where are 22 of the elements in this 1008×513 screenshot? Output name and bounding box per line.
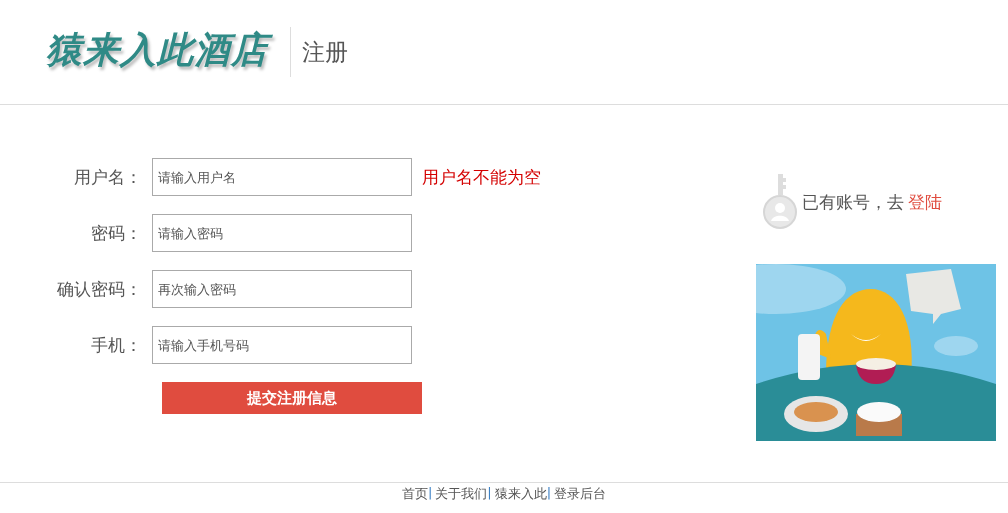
field-label: 手机： xyxy=(90,333,143,357)
login-link[interactable]: 登陆 xyxy=(908,190,942,214)
separator: | xyxy=(487,485,492,502)
logo: 猿来入此酒店 xyxy=(42,23,278,81)
footer-link[interactable]: 猿来入此 xyxy=(494,485,547,503)
error-message: 用户名不能为空 xyxy=(422,165,541,189)
input-field[interactable]: 再次输入密码 xyxy=(152,270,412,308)
footer-link[interactable]: 登录后台 xyxy=(554,485,607,503)
input-field[interactable]: 请输入密码 xyxy=(152,214,412,252)
key-icon xyxy=(762,174,798,230)
field-label: 密码： xyxy=(90,221,143,245)
input-field[interactable]: 请输入用户名 xyxy=(152,158,412,196)
field-label: 确认密码： xyxy=(56,277,143,301)
separator: | xyxy=(546,485,552,502)
input-field[interactable]: 请输入手机号码 xyxy=(152,326,412,364)
field-label: 用户名： xyxy=(73,165,143,189)
page-title: 注册 xyxy=(302,37,348,67)
submit-button[interactable]: 提交注册信息 xyxy=(162,382,422,414)
separator: | xyxy=(427,485,433,502)
footer-link[interactable]: 首页 xyxy=(401,485,428,503)
footer-link[interactable]: 关于我们 xyxy=(435,485,488,503)
account-prompt: 已有账号，去 xyxy=(802,190,904,214)
